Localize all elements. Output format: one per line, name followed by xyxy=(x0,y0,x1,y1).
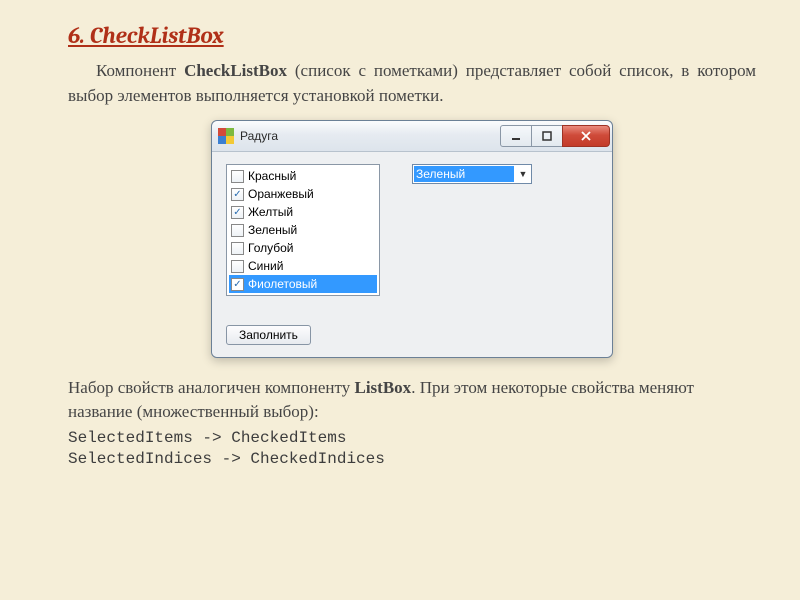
maximize-button[interactable] xyxy=(531,125,563,147)
para2-pre: Набор свойств аналогичен компоненту xyxy=(68,378,355,397)
window-title: Радуга xyxy=(240,129,501,143)
app-icon xyxy=(218,128,234,144)
intro-paragraph: Компонент CheckListBox (список с пометка… xyxy=(68,59,756,108)
checklist-item-label: Синий xyxy=(248,259,283,273)
checklist-item[interactable]: Красный xyxy=(229,167,377,185)
checklist-item[interactable]: ✓ Фиолетовый xyxy=(229,275,377,293)
checklist-item-label: Желтый xyxy=(248,205,293,219)
para1-pre: Компонент xyxy=(96,61,184,80)
checklist-item[interactable]: Зеленый xyxy=(229,221,377,239)
fill-button[interactable]: Заполнить xyxy=(226,325,311,345)
checklist-item-label: Красный xyxy=(248,169,296,183)
close-button[interactable] xyxy=(562,125,610,147)
combobox-value: Зеленый xyxy=(414,166,514,182)
para1-bold: CheckListBox xyxy=(184,61,287,80)
checklist-item-label: Фиолетовый xyxy=(248,277,317,291)
checklist-item-label: Голубой xyxy=(248,241,294,255)
titlebar[interactable]: Радуга xyxy=(212,121,612,152)
checklist-item[interactable]: ✓ Оранжевый xyxy=(229,185,377,203)
checkbox-icon[interactable]: ✓ xyxy=(231,278,244,291)
code-line-1: SelectedItems -> CheckedItems xyxy=(68,428,756,450)
checkbox-icon[interactable] xyxy=(231,224,244,237)
checkbox-icon[interactable] xyxy=(231,170,244,183)
minimize-button[interactable] xyxy=(500,125,532,147)
checklist-item-label: Зеленый xyxy=(248,223,297,237)
combobox[interactable]: Зеленый ▼ xyxy=(412,164,532,184)
checklist-item-label: Оранжевый xyxy=(248,187,314,201)
footer-paragraph: Набор свойств аналогичен компоненту List… xyxy=(68,376,756,424)
checklist-item[interactable]: ✓ Желтый xyxy=(229,203,377,221)
checkbox-icon[interactable] xyxy=(231,260,244,273)
checklist-item[interactable]: Голубой xyxy=(229,239,377,257)
checkbox-icon[interactable]: ✓ xyxy=(231,188,244,201)
section-heading: 6. CheckListBox xyxy=(68,22,756,49)
para2-bold: ListBox xyxy=(355,378,412,397)
checklist-item[interactable]: Синий xyxy=(229,257,377,275)
chevron-down-icon: ▼ xyxy=(515,165,531,183)
code-line-2: SelectedIndices -> CheckedIndices xyxy=(68,449,756,471)
checkbox-icon[interactable] xyxy=(231,242,244,255)
example-window: Радуга Красный ✓ Оранжевый ✓ Желтый Зеленый Го… xyxy=(211,120,613,358)
checkbox-icon[interactable]: ✓ xyxy=(231,206,244,219)
checklistbox[interactable]: Красный ✓ Оранжевый ✓ Желтый Зеленый Голубой Си… xyxy=(226,164,380,296)
